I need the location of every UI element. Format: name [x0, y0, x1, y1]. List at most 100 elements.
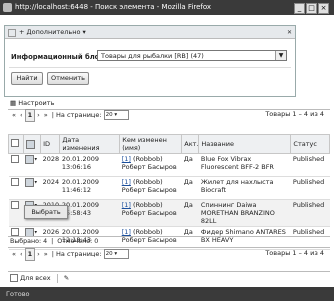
table-header: ID Дата изменения Кем изменен (имя) Акт.…: [8, 134, 330, 154]
pager-next[interactable]: ›: [35, 110, 42, 121]
select-all-header[interactable]: [8, 134, 24, 154]
row-status: Published: [290, 153, 330, 177]
chevron-down-icon: ▾: [114, 112, 118, 118]
cancel-button[interactable]: Отменить: [47, 72, 89, 85]
row-name[interactable]: Blue Fox Vibrax Fluorescent BFF-2 BFR: [198, 153, 291, 177]
pager-last[interactable]: »: [42, 110, 50, 121]
select-all-checkbox[interactable]: [11, 139, 19, 147]
pager-first[interactable]: «: [10, 110, 18, 121]
row-checkbox[interactable]: [10, 155, 19, 163]
col-name[interactable]: Название: [198, 134, 292, 154]
add-more-button[interactable]: + Дополнительно ▾: [19, 28, 86, 36]
pager-first[interactable]: «: [10, 249, 18, 260]
col-date[interactable]: Дата изменения: [59, 134, 121, 154]
close-button[interactable]: ×: [318, 3, 329, 14]
iblock-select-value: Товары для рыбалки [RB] (47): [101, 52, 204, 60]
user-name: Роберт Басыров: [121, 163, 177, 171]
chevron-down-icon: ▼: [275, 51, 286, 60]
user-name: Роберт Басыров: [121, 186, 177, 194]
col-id[interactable]: ID: [40, 134, 61, 154]
browser-window: http://localhost:6448 - Поиск элемента -…: [0, 0, 334, 301]
row-name[interactable]: Жилет для нахлыста Biocraft: [198, 176, 291, 200]
select-menu-item[interactable]: Выбрать: [31, 208, 60, 216]
title-bar: http://localhost:6448 - Поиск элемента -…: [0, 0, 334, 15]
total-count: Товары 1 – 4 из 4: [265, 110, 324, 118]
row-name[interactable]: Спиннинг Daiwa MORETHAN BRANZINO 82LL: [198, 199, 291, 227]
edit-icon[interactable]: ✎: [64, 274, 69, 282]
page-content: + Дополнительно ▾ ✕ Информационный блок:…: [2, 15, 332, 285]
row-time-value: 13:06:16: [61, 163, 92, 171]
chevron-down-icon[interactable]: ▾: [34, 180, 37, 186]
row-time-value: 11:46:12: [61, 186, 92, 194]
collapse-icon[interactable]: [8, 29, 16, 37]
col-status[interactable]: Статус: [290, 134, 330, 154]
row-id: 2024: [40, 176, 60, 200]
row-active: Да: [181, 153, 199, 177]
chevron-down-icon[interactable]: ▾: [34, 157, 37, 163]
per-page-label: На странице:: [56, 111, 102, 119]
row-date-value: 20.01.2009: [61, 228, 100, 236]
settings-label: Настроить: [18, 99, 55, 107]
pager-next[interactable]: ›: [35, 249, 42, 260]
selection-summary: Выбрано: 4 | Отмечено: 0: [8, 236, 330, 248]
col-active[interactable]: Акт.: [181, 134, 200, 154]
for-all-label: Для всех: [20, 274, 51, 282]
find-button[interactable]: Найти: [11, 72, 43, 85]
menu-icon: [25, 139, 35, 149]
per-page-value: 20: [105, 251, 113, 257]
col-modified-by[interactable]: Кем изменен (имя): [119, 134, 183, 154]
maximize-button[interactable]: □: [306, 3, 317, 14]
per-page-value: 20: [105, 112, 113, 118]
user-link[interactable]: [1]: [122, 155, 131, 163]
row-status: Published: [290, 176, 330, 200]
chevron-down-icon[interactable]: ▾: [34, 230, 37, 236]
actions-header: [22, 134, 42, 154]
minimize-button[interactable]: _: [294, 3, 305, 14]
chevron-down-icon: ▾: [114, 251, 118, 257]
plus-icon: +: [19, 28, 27, 36]
settings-button[interactable]: ▦ Настроить: [10, 99, 54, 107]
row-checkbox[interactable]: [10, 228, 19, 236]
row-checkbox[interactable]: [10, 178, 19, 186]
row-user: [1] (Robbob) Роберт Басыров: [119, 199, 182, 227]
row-date: 20.01.2009 11:46:12: [59, 176, 120, 200]
row-context-menu[interactable]: Выбрать: [24, 205, 68, 219]
user-link[interactable]: [1]: [122, 228, 131, 236]
user-link[interactable]: [1]: [122, 178, 131, 186]
pager-current[interactable]: 1: [24, 109, 36, 122]
user-login: (Robbob): [133, 178, 163, 186]
table-row[interactable]: ▾ 2028 20.01.2009 13:06:16 [1] (Robbob) Ро…: [8, 153, 330, 177]
row-active: Да: [181, 176, 199, 200]
pager-prev[interactable]: ‹: [18, 249, 25, 260]
iblock-label: Информационный блок:: [11, 53, 107, 61]
divider: [56, 273, 58, 283]
close-filter-icon[interactable]: ✕: [287, 29, 292, 36]
items-table: ID Дата изменения Кем изменен (имя) Акт.…: [8, 134, 330, 250]
row-checkbox[interactable]: [10, 201, 19, 209]
selected-count: Выбрано: 4: [10, 238, 48, 245]
row-user: [1] (Robbob) Роберт Басыров: [119, 176, 182, 200]
table-row[interactable]: ▾ 2024 20.01.2009 11:46:12 [1] (Robbob) Ро…: [8, 176, 330, 200]
row-date-value: 20.01.2009: [61, 178, 100, 186]
user-name: Роберт Басыров: [121, 209, 177, 217]
divider: [9, 67, 291, 68]
status-text: Готово: [6, 290, 30, 298]
chevron-down-icon: ▾: [80, 28, 86, 36]
marked-count: Отмечено: 0: [57, 238, 99, 245]
filter-panel: + Дополнительно ▾ ✕ Информационный блок:…: [4, 25, 296, 97]
pager-last[interactable]: »: [42, 249, 50, 260]
per-page-select[interactable]: 20 ▾: [103, 249, 129, 259]
pager-prev[interactable]: ‹: [18, 110, 25, 121]
user-link[interactable]: [1]: [122, 201, 131, 209]
user-login: (Robbob): [133, 155, 163, 163]
pager-current[interactable]: 1: [24, 248, 36, 261]
iblock-select[interactable]: Товары для рыбалки [RB] (47) ▼: [97, 50, 287, 61]
group-actions-bar: Для всех ✎: [8, 271, 330, 284]
row-date: 20.01.2009 15:58:43: [59, 199, 120, 227]
per-page-label: На странице:: [56, 250, 102, 258]
window-title: http://localhost:6448 - Поиск элемента -…: [15, 3, 212, 11]
per-page-select[interactable]: 20 ▾: [103, 110, 129, 120]
row-id: 2028: [40, 153, 60, 177]
row-user: [1] (Robbob) Роберт Басыров: [119, 153, 182, 177]
for-all-checkbox[interactable]: [10, 274, 18, 282]
